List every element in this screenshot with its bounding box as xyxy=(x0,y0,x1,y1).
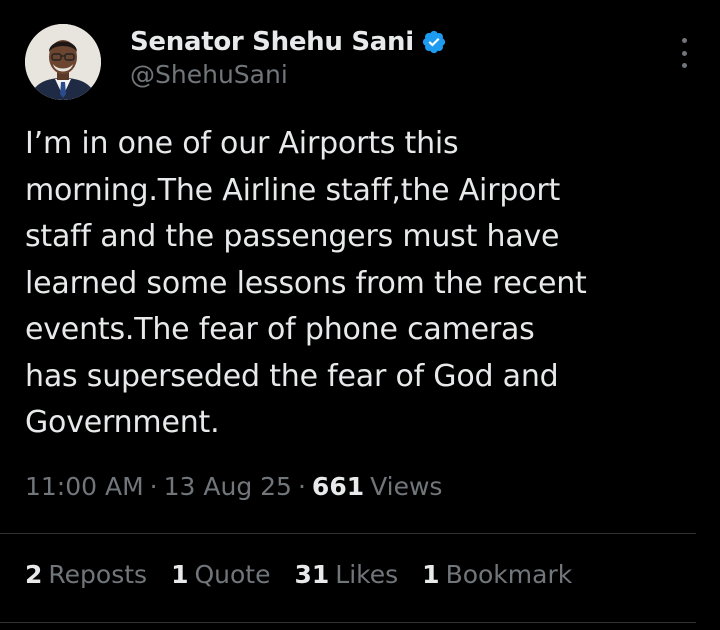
views-count[interactable]: 661 xyxy=(312,472,364,501)
more-dot xyxy=(681,63,687,68)
bookmarks-label: Bookmark xyxy=(445,560,573,589)
tweet-text: I’m in one of our Airports this morning.… xyxy=(25,121,695,447)
quotes-label: Quote xyxy=(194,560,271,589)
verified-badge-icon[interactable] xyxy=(421,29,447,55)
likes-count: 31 xyxy=(294,560,330,589)
divider xyxy=(0,533,696,534)
bookmarks-stat[interactable]: 1 Bookmark xyxy=(422,560,572,589)
tweet-time[interactable]: 11:00 AM xyxy=(25,472,144,501)
likes-label: Likes xyxy=(335,560,399,589)
views-label[interactable]: Views xyxy=(370,472,442,501)
author-name[interactable]: Senator Shehu Sani xyxy=(130,27,414,57)
tweet-text-line: staff and the passengers must have xyxy=(25,219,560,254)
tweet-meta: 11:00 AM · 13 Aug 25 · 661 Views xyxy=(25,472,442,501)
avatar-portrait-icon xyxy=(25,24,101,100)
tweet-text-line: I’m in one of our Airports this xyxy=(25,126,459,161)
reposts-stat[interactable]: 2 Reposts xyxy=(25,560,147,589)
meta-separator: · xyxy=(149,472,158,501)
author-handle[interactable]: @ShehuSani xyxy=(130,60,288,89)
tweet-text-line: morning.The Airline staff,the Airport xyxy=(25,172,561,208)
more-dot xyxy=(681,50,687,56)
engagement-stats: 2 Reposts 1 Quote 31 Likes 1 Bookmark xyxy=(25,560,596,589)
bookmarks-count: 1 xyxy=(422,560,440,589)
reposts-count: 2 xyxy=(25,560,43,589)
tweet-text-line: Government. xyxy=(25,405,220,440)
reposts-label: Reposts xyxy=(48,560,148,589)
more-options-icon[interactable] xyxy=(678,38,690,68)
tweet-text-line: has superseded the fear of God and xyxy=(25,358,559,394)
more-dot xyxy=(681,38,687,43)
author-name-row: Senator Shehu Sani xyxy=(130,24,447,60)
quotes-stat[interactable]: 1 Quote xyxy=(171,560,270,589)
tweet-date[interactable]: 13 Aug 25 xyxy=(164,472,292,501)
author-avatar[interactable] xyxy=(25,24,101,100)
divider xyxy=(0,622,696,623)
tweet-text-line: events.The fear of phone cameras xyxy=(25,312,535,347)
meta-separator: · xyxy=(297,472,306,501)
tweet-text-line: learned some lessons from the recent xyxy=(25,265,587,301)
likes-stat[interactable]: 31 Likes xyxy=(294,560,398,589)
quotes-count: 1 xyxy=(171,560,189,589)
